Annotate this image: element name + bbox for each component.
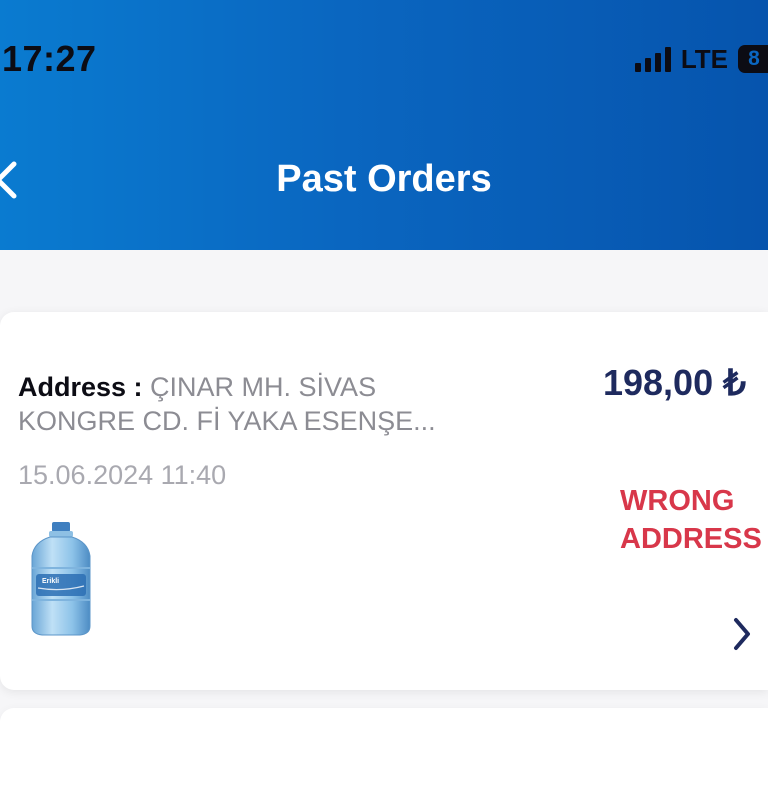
- order-card[interactable]: [0, 708, 768, 788]
- status-time: 17:27: [2, 38, 97, 79]
- order-status-line1: WRONG: [620, 485, 735, 517]
- address-value: ÇINAR MH. SİVAS: [150, 372, 377, 402]
- orders-list: Address : ÇINAR MH. SİVAS KONGRE CD. Fİ …: [0, 250, 768, 788]
- order-date: 15.06.2024 11:40: [18, 460, 227, 490]
- status-indicators: LTE 8: [634, 43, 768, 74]
- order-status-line2: ADDRESS: [620, 523, 762, 555]
- chevron-right-icon[interactable]: [730, 614, 754, 654]
- page-title: Past Orders: [276, 158, 492, 200]
- order-address-line1: Address : ÇINAR MH. SİVAS: [18, 370, 468, 404]
- signal-icon: [634, 46, 671, 72]
- water-bottle-image: Erikli: [31, 522, 91, 636]
- order-price: 198,00 ₺: [602, 362, 746, 403]
- address-label: Address :: [18, 372, 151, 402]
- order-status: WRONG ADDRESS: [620, 482, 762, 558]
- battery-icon: 8: [738, 45, 768, 73]
- order-address-line2: KONGRE CD. Fİ YAKA ESENŞE...: [18, 406, 436, 436]
- app-header: 17:27 LTE 8 Past Orders: [0, 0, 768, 250]
- product-label: Erikli: [42, 578, 59, 585]
- order-card[interactable]: Address : ÇINAR MH. SİVAS KONGRE CD. Fİ …: [0, 312, 768, 690]
- network-type: LTE: [680, 43, 728, 74]
